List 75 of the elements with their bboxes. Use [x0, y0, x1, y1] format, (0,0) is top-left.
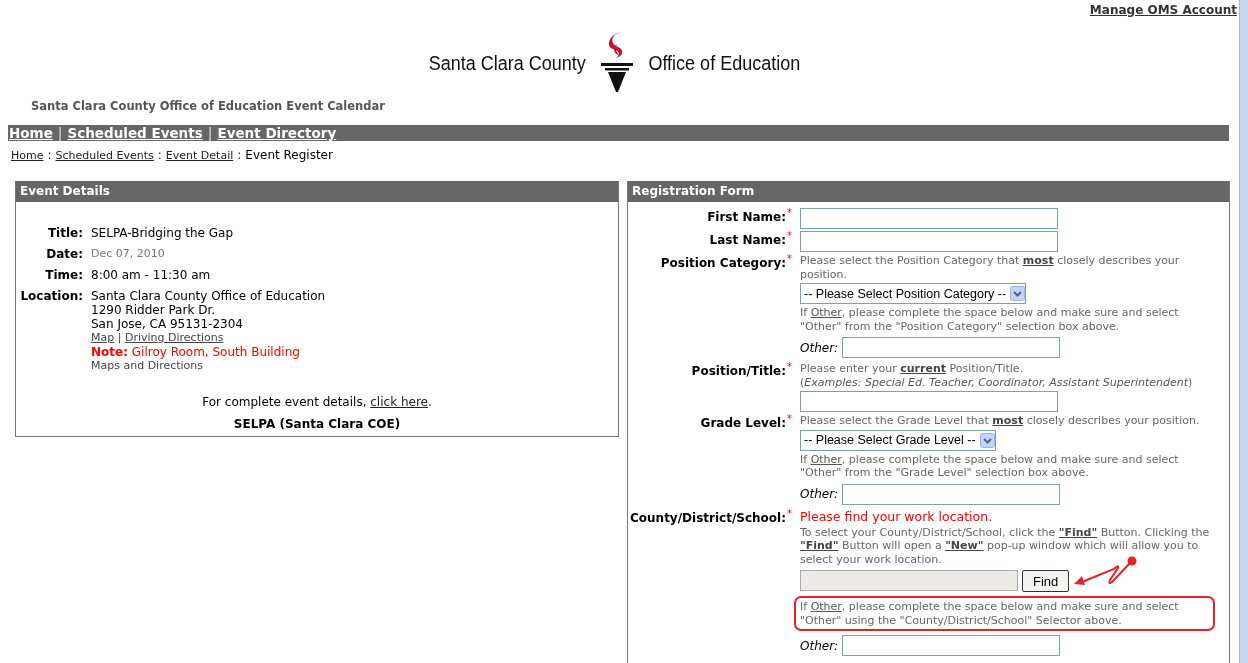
field-label: Other:	[800, 638, 839, 653]
account-link[interactable]: Manage OMS Account	[1089, 3, 1237, 17]
caret-icon	[979, 432, 995, 448]
other-link[interactable]: Other	[810, 306, 842, 319]
breadcrumb-link[interactable]: Home	[11, 149, 44, 162]
separator: |	[57, 125, 63, 141]
required-mark: *	[787, 253, 792, 266]
logo-text: Santa Clara County	[428, 51, 586, 75]
text-field[interactable]	[842, 483, 1061, 505]
field-label: County/District/School:	[630, 510, 786, 527]
required-mark: *	[787, 413, 792, 426]
map-link[interactable]: Map	[91, 331, 115, 344]
nav-link[interactable]: Event Directory	[217, 125, 337, 141]
field-label: Location:	[20, 289, 83, 305]
field-label: Other:	[800, 487, 839, 501]
map-link[interactable]: Driving Directions	[124, 331, 224, 344]
address-line: San Jose, CA 95131-2304	[91, 317, 244, 331]
required-mark: *	[787, 230, 792, 243]
logo-text: Office of Education	[648, 51, 801, 75]
help-text: If Other, please complete the space below and make sure and select "Other" from the "Grade Level" selection box above.	[800, 452, 1180, 480]
separator: |	[116, 331, 123, 344]
field-label: Last Name:	[709, 233, 786, 249]
details-text: For complete event details, click here.	[201, 395, 433, 409]
nav-link[interactable]: Home	[9, 125, 53, 141]
address-line: 1290 Ridder Park Dr.	[91, 303, 217, 317]
click-here-link[interactable]: click here	[370, 395, 428, 409]
field-value: 8:00 am - 11:30 am	[91, 268, 212, 282]
dropdown[interactable]: -- Please Select Grade Level --	[800, 429, 996, 451]
text-field[interactable]	[800, 208, 1058, 229]
other-link[interactable]: Other	[810, 600, 842, 613]
help-text: Please select the Grade Level that most closely describes your position.	[800, 414, 1200, 428]
field-label: Grade Level:	[700, 416, 786, 432]
breadcrumb-link[interactable]: Event Detail	[165, 149, 234, 162]
required-mark: *	[787, 361, 792, 374]
error-message: Please find your work location.	[800, 508, 993, 524]
field-label: Title:	[46, 226, 83, 240]
help-text: Please select the Position Category that most closely describes your position.	[800, 254, 1181, 281]
help-text: Please enter your current Position/Title.	[800, 362, 1024, 376]
help-text: If Other, please complete the space below and make sure and select "Other" from the "Position Category" selection box above.	[800, 306, 1180, 333]
find-button[interactable]: Find	[1022, 570, 1070, 592]
maps-text: Maps and Directions	[91, 359, 205, 373]
field-label: First Name:	[707, 210, 786, 226]
text-field[interactable]	[842, 337, 1061, 358]
location-note: Note: Gilroy Room, South Building	[91, 345, 301, 359]
separator: |	[207, 125, 213, 141]
panel-header: Event Details	[16, 181, 618, 202]
required-mark: *	[787, 207, 792, 220]
scrollbar[interactable]	[1239, 0, 1248, 663]
field-value: SELPA-Bridging the Gap	[91, 226, 235, 240]
field-label: Time:	[44, 268, 83, 282]
site-title: Santa Clara County Office of Education Event Calendar	[31, 99, 386, 113]
field-label: Position/Title:	[691, 364, 786, 380]
field-label: Date:	[45, 247, 83, 261]
caret-icon	[1010, 286, 1026, 301]
text-field[interactable]	[800, 231, 1058, 252]
highlighted-help-text: If Other, please complete the space below and make sure and select "Other" using the "County/District/School" Selector above.	[794, 596, 1215, 631]
text-field[interactable]	[842, 635, 1061, 656]
breadcrumb-link[interactable]: Scheduled Events	[55, 149, 154, 162]
field-label: Other:	[800, 340, 839, 355]
separator: :	[47, 148, 52, 162]
field-value: Dec 07, 2010	[91, 247, 166, 261]
text-field[interactable]	[800, 391, 1058, 412]
required-mark: *	[787, 507, 792, 521]
help-text: (Examples: Special Ed. Teacher, Coordinator, Assistant Superintendent)	[800, 375, 1193, 389]
separator: :	[157, 148, 162, 162]
nav-link[interactable]: Scheduled Events	[67, 125, 203, 141]
dropdown[interactable]: -- Please Select Position Category --	[800, 283, 1027, 304]
field-label: Position Category:	[660, 256, 786, 272]
other-link[interactable]: Other	[810, 452, 842, 466]
address-line: Santa Clara County Office of Education	[91, 289, 327, 303]
panel-header: Registration Form	[628, 181, 1229, 202]
separator: :	[237, 148, 242, 162]
help-text: To select your County/District/School, click the "Find" Button. Clicking the "Find" Button will open a "New" pop-up window which will allow you to select your work location.	[800, 525, 1211, 566]
breadcrumb-current: Event Register	[245, 148, 333, 162]
organizer-name: SELPA (Santa Clara COE)	[232, 417, 402, 431]
